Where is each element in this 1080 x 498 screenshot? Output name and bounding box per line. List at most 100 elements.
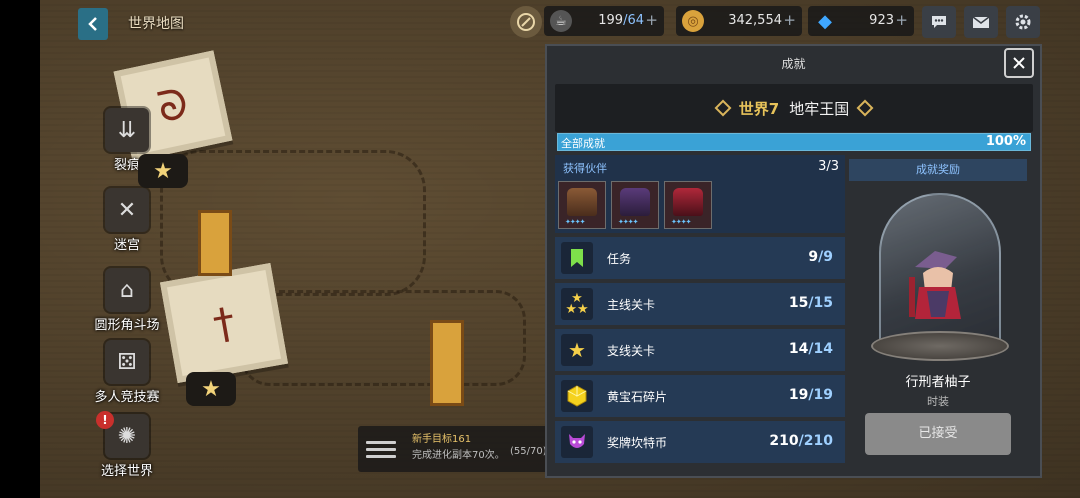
- gem-value: 923: [869, 13, 894, 28]
- map-banner[interactable]: [198, 210, 232, 276]
- rift-icon: ⇊: [105, 108, 149, 152]
- add-stamina-button[interactable]: +: [645, 11, 658, 29]
- nav-select-world[interactable]: ✺ 选择世界: [82, 414, 172, 479]
- gear-icon: [1015, 14, 1031, 30]
- overall-percent: 100%: [985, 134, 1026, 149]
- world-number: 世界7: [738, 99, 780, 118]
- accepted-button[interactable]: 已接受: [865, 413, 1011, 455]
- sword-glyph-icon: †: [209, 297, 239, 349]
- diamond-ornament-icon: [714, 99, 732, 117]
- close-button[interactable]: [1004, 48, 1034, 78]
- achievement-name: 黄宝石碎片: [607, 390, 668, 404]
- overall-progress-bar: 全部成就 100%: [557, 133, 1031, 151]
- partner-portrait[interactable]: ✦✦✦✦: [558, 181, 606, 229]
- star-icon: ★: [561, 334, 593, 366]
- screen-title: 世界地图: [128, 16, 184, 32]
- partners-section: 获得伙伴 3/3 ✦✦✦✦ ✦✦✦✦ ✦✦✦✦: [555, 155, 845, 233]
- achievement-count: 15/15: [788, 295, 833, 311]
- achievement-name: 任务: [607, 252, 632, 266]
- map-banner[interactable]: [430, 320, 464, 406]
- demon-medal-icon: [561, 426, 593, 458]
- stamina-value: 199/64: [598, 13, 644, 28]
- nav-label: 迷宫: [113, 238, 140, 253]
- chevron-left-icon: [88, 17, 97, 31]
- resource-bar: ☕ 199/64 + ◎ 342,554 + ◆ 923 +: [510, 6, 1080, 38]
- red-demon-icon: [673, 188, 703, 216]
- reward-name: 行刑者柚子: [905, 375, 971, 390]
- rank-stars-icon: ✦✦✦✦: [565, 218, 585, 226]
- close-icon: [1013, 57, 1025, 69]
- reward-type: 时装: [927, 395, 949, 408]
- stamina-display[interactable]: ☕ 199/64 +: [544, 6, 664, 36]
- coin-icon: ◎: [682, 10, 704, 32]
- crossed-axes-icon: ✕: [105, 188, 149, 232]
- quest-title: 新手目标161: [412, 434, 472, 445]
- achievement-row-main-stages[interactable]: ★ ★★ 主线关卡 15/15: [555, 283, 845, 325]
- achievement-count: 14/14: [788, 341, 833, 357]
- nav-labyrinth[interactable]: ✕ 迷宫: [82, 188, 172, 253]
- map-stage-card[interactable]: †: [159, 263, 289, 383]
- nav-label: 多人竞技赛: [94, 390, 160, 405]
- achievement-panel: 成就 世界7 地牢王国 全部成就 100% 获得伙伴 3/3 ✦✦✦✦ ✦✦✦✦: [545, 44, 1042, 478]
- stage-star-badge[interactable]: ★: [186, 372, 236, 406]
- achievement-name: 支线关卡: [607, 344, 656, 358]
- chat-button[interactable]: [922, 6, 956, 38]
- reward-section: 成就奖励 行刑者柚子 时装 已接受: [849, 155, 1029, 473]
- mail-button[interactable]: [964, 6, 998, 38]
- chat-bubble-icon: [932, 16, 946, 28]
- yellow-gem-icon: [561, 380, 593, 412]
- dice-icon: ⚄: [105, 340, 149, 384]
- panel-title: 成就: [781, 57, 806, 71]
- overall-label: 全部成就: [561, 137, 605, 150]
- nav-multiplayer[interactable]: ⚄ 多人竞技赛: [82, 340, 172, 405]
- gem-icon: ◆: [818, 10, 832, 32]
- partners-count: 3/3: [818, 159, 839, 174]
- achievement-row-quests[interactable]: 任务 9/9: [555, 237, 845, 279]
- quest-tracker[interactable]: 新手目标161 完成进化副本70次。 (55/70): [358, 426, 548, 472]
- achievement-count: 9/9: [808, 249, 833, 265]
- stage-star-badge[interactable]: ★: [138, 154, 188, 188]
- reward-header: 成就奖励: [849, 159, 1027, 181]
- three-stars-icon: ★ ★★: [561, 288, 593, 320]
- colosseum-icon: ⌂: [105, 268, 149, 312]
- star-icon: ★: [201, 376, 221, 402]
- star-icon: ★: [153, 158, 173, 184]
- armored-hero-icon: [567, 188, 597, 216]
- achievement-row-medals[interactable]: 奖牌坎特币 210/210: [555, 421, 845, 463]
- dome-base: [871, 331, 1009, 361]
- back-button[interactable]: [78, 8, 108, 40]
- quest-description: 完成进化副本70次。: [412, 450, 505, 461]
- bookmark-icon: [561, 242, 593, 274]
- add-gems-button[interactable]: +: [895, 11, 908, 29]
- mail-icon: [972, 16, 990, 28]
- achievement-row-gem-shards[interactable]: 黄宝石碎片 19/19: [555, 375, 845, 417]
- compass-button[interactable]: [510, 6, 542, 38]
- achievement-count: 19/19: [788, 387, 833, 403]
- coffee-icon: ☕: [550, 10, 572, 32]
- add-gold-button[interactable]: +: [783, 11, 796, 29]
- gem-display[interactable]: ◆ 923 +: [808, 6, 914, 36]
- menu-icon[interactable]: [366, 434, 396, 464]
- nav-colosseum[interactable]: ⌂ 圆形角斗场: [82, 268, 172, 333]
- partner-portrait[interactable]: ✦✦✦✦: [664, 181, 712, 229]
- gold-display[interactable]: ◎ 342,554 +: [676, 6, 802, 36]
- nav-label: 圆形角斗场: [94, 318, 160, 333]
- achievement-count: 210/210: [769, 433, 833, 449]
- compass-needle-icon: [517, 13, 535, 31]
- rank-stars-icon: ✦✦✦✦: [618, 218, 638, 226]
- alert-badge: !: [96, 411, 114, 429]
- world-header: 世界7 地牢王国: [555, 84, 1033, 132]
- partner-portrait[interactable]: ✦✦✦✦: [611, 181, 659, 229]
- gold-value: 342,554: [728, 13, 782, 28]
- world-name: 地牢王国: [789, 99, 850, 118]
- dark-mage-icon: [620, 188, 650, 216]
- costume-character-icon: [909, 251, 961, 319]
- quest-progress: (55/70): [510, 446, 547, 457]
- achievement-name: 奖牌坎特币: [607, 436, 668, 450]
- achievement-name: 主线关卡: [607, 298, 656, 312]
- progress-fill: [558, 134, 1030, 150]
- partners-label: 获得伙伴: [563, 162, 607, 175]
- rank-stars-icon: ✦✦✦✦: [671, 218, 691, 226]
- achievement-row-side-stages[interactable]: ★ 支线关卡 14/14: [555, 329, 845, 371]
- settings-button[interactable]: [1006, 6, 1040, 38]
